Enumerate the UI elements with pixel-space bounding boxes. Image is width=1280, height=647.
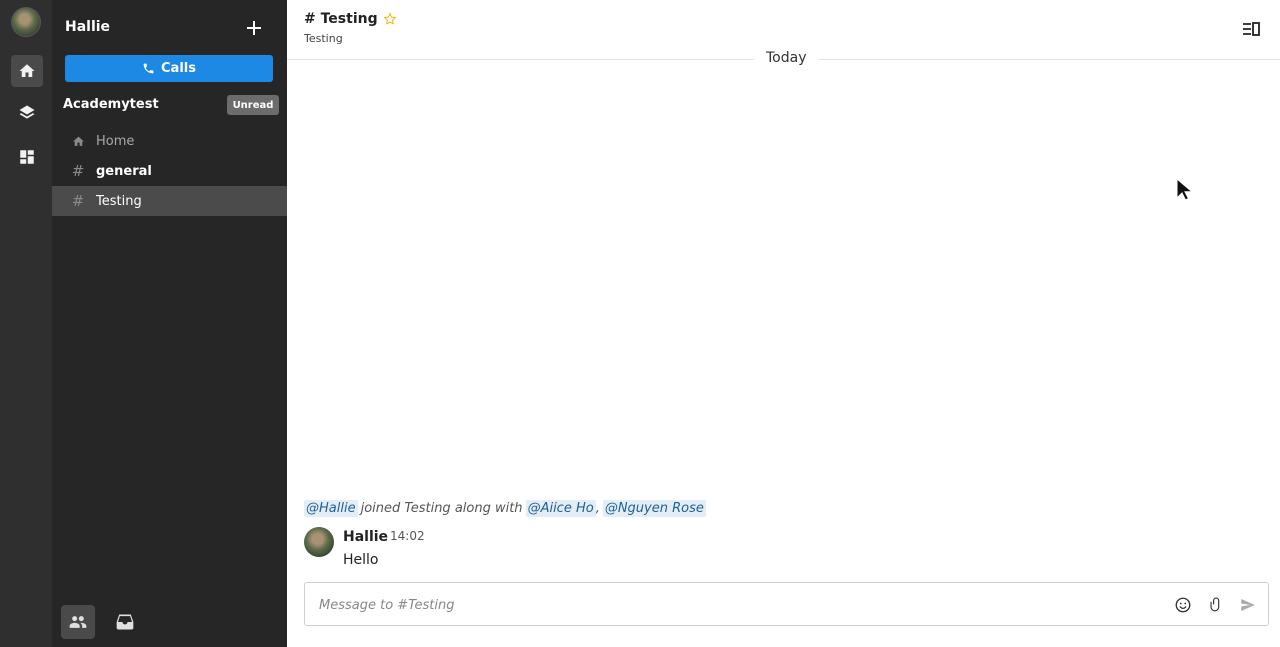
avatar[interactable] — [304, 527, 334, 557]
left-rail — [0, 0, 52, 647]
day-divider-label: Today — [754, 50, 819, 66]
paperclip-icon — [1210, 597, 1220, 612]
inbox-icon — [116, 614, 134, 630]
unread-filter-button[interactable]: Unread — [227, 95, 279, 115]
team-name: Academytest — [63, 97, 159, 112]
star-icon[interactable] — [383, 12, 397, 26]
sidebar-user-name: Hallie — [65, 19, 111, 35]
calls-label: Calls — [161, 61, 196, 76]
rail-layers-button[interactable] — [11, 97, 43, 129]
mouse-cursor-icon — [1176, 178, 1192, 201]
attach-button[interactable] — [1206, 595, 1226, 615]
sidebar-item-label: Testing — [96, 193, 142, 209]
inbox-button[interactable] — [108, 605, 142, 639]
message-time: 14:02 — [390, 529, 425, 543]
toggle-panel-button[interactable] — [1241, 20, 1261, 38]
create-button[interactable] — [244, 18, 264, 38]
home-icon — [19, 64, 35, 77]
channel-header: # Testing — [304, 11, 397, 27]
calls-button[interactable]: Calls — [65, 55, 273, 82]
rail-home-button[interactable] — [11, 55, 43, 87]
people-icon — [69, 616, 87, 628]
plus-icon — [247, 21, 261, 35]
send-icon — [1241, 599, 1255, 611]
sidebar-item-label: general — [96, 163, 152, 179]
sidebar-item-general[interactable]: # general — [52, 156, 287, 186]
grid-icon — [20, 150, 34, 164]
home-icon — [71, 134, 85, 148]
channel-topic: Testing — [304, 32, 343, 45]
user-avatar[interactable] — [11, 7, 41, 37]
mention-separator: , — [595, 501, 600, 516]
mention-link[interactable]: @Nguyen Rose — [602, 500, 706, 517]
channel-view: # Testing Testing Today @Hallie joined T… — [287, 0, 1280, 647]
message-input[interactable] — [319, 595, 1139, 615]
channel-sidebar: Hallie Calls Academytest Unread Home # g… — [52, 0, 287, 647]
mention-link[interactable]: @Aiice Ho — [525, 500, 596, 517]
emoji-icon — [1175, 597, 1191, 613]
hash-icon: # — [71, 192, 85, 210]
system-message: @Hallie joined Testing along with @Aiice… — [304, 500, 706, 517]
hash-icon: # — [71, 162, 85, 180]
layers-icon — [19, 105, 35, 119]
sidebar-item-label: Home — [96, 133, 135, 149]
system-message-text: joined Testing along with — [360, 501, 523, 516]
message-author[interactable]: Hallie — [343, 529, 388, 545]
rail-apps-button[interactable] — [11, 141, 43, 173]
phone-icon — [143, 63, 154, 74]
message-composer — [304, 582, 1269, 626]
sidebar-item-home[interactable]: Home — [52, 126, 287, 156]
teams-button[interactable] — [61, 605, 95, 639]
sidebar-toggle-icon — [1243, 22, 1260, 36]
emoji-button[interactable] — [1173, 595, 1193, 615]
sidebar-item-testing[interactable]: # Testing — [52, 186, 287, 216]
mention-link[interactable]: @Hallie — [304, 500, 358, 517]
page-title: # Testing — [304, 11, 378, 27]
send-button[interactable] — [1238, 595, 1258, 615]
message-text: Hello — [343, 552, 379, 568]
